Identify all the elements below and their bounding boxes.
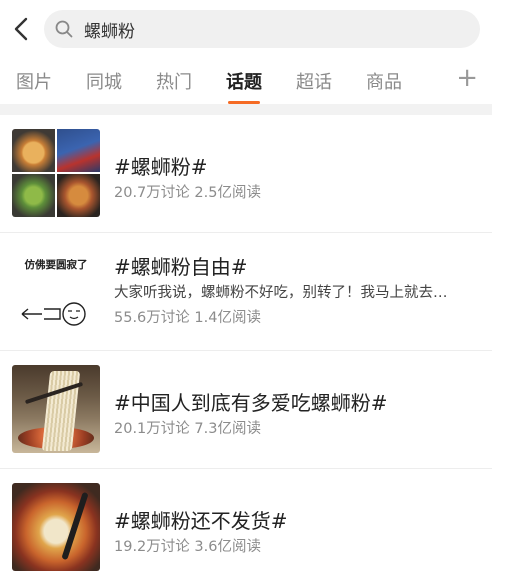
topic-title: #螺蛳粉还不发货# bbox=[114, 509, 288, 533]
search-tabs: 图片 同城 热门 话题 超话 商品 + bbox=[0, 55, 492, 105]
topic-stats: 19.2万讨论 3.6亿阅读 bbox=[114, 539, 261, 555]
topic-thumbnail bbox=[12, 365, 100, 453]
add-icon[interactable]: + bbox=[456, 63, 478, 93]
topic-item[interactable]: #中国人到底有多爱吃螺蛳粉# 20.1万讨论 7.3亿阅读 bbox=[0, 351, 492, 469]
topic-stats: 20.1万讨论 7.3亿阅读 bbox=[114, 421, 261, 437]
topic-stats: 55.6万讨论 1.4亿阅读 bbox=[114, 310, 261, 326]
topic-description: 大家听我说，螺蛳粉不好吃，别转了！我马上就去… bbox=[114, 285, 448, 301]
food-photo bbox=[12, 129, 55, 172]
back-arrow-icon[interactable] bbox=[10, 16, 32, 42]
food-photo bbox=[57, 174, 100, 217]
search-query: 螺蛳粉 bbox=[84, 21, 135, 42]
topic-thumbnail: 仿佛要圆寂了 bbox=[12, 247, 100, 335]
topic-item[interactable]: #螺蛳粉# 20.7万讨论 2.5亿阅读 bbox=[0, 115, 492, 233]
tab-local[interactable]: 同城 bbox=[86, 68, 122, 94]
meme-caption: 仿佛要圆寂了 bbox=[24, 259, 88, 271]
topic-stats: 20.7万讨论 2.5亿阅读 bbox=[114, 185, 261, 201]
topic-thumbnail bbox=[12, 483, 100, 571]
top-bar: 螺蛳粉 bbox=[0, 0, 492, 55]
topic-title: #中国人到底有多爱吃螺蛳粉# bbox=[114, 391, 388, 415]
meme-drawing bbox=[21, 302, 86, 326]
topic-title: #螺蛳粉自由# bbox=[114, 255, 248, 279]
topic-item[interactable]: #螺蛳粉还不发货# 19.2万讨论 3.6亿阅读 bbox=[0, 469, 492, 579]
tab-topics[interactable]: 话题 bbox=[226, 68, 262, 104]
package-photo bbox=[57, 129, 100, 172]
tab-images[interactable]: 图片 bbox=[16, 68, 52, 94]
tab-products[interactable]: 商品 bbox=[366, 68, 402, 94]
search-icon bbox=[54, 19, 74, 39]
tab-hot[interactable]: 热门 bbox=[156, 68, 192, 94]
topic-thumbnail bbox=[12, 129, 100, 217]
food-photo bbox=[12, 174, 55, 217]
meme-image: 仿佛要圆寂了 bbox=[12, 247, 100, 335]
search-input[interactable]: 螺蛳粉 bbox=[44, 10, 480, 48]
noodle-photo bbox=[12, 365, 100, 453]
section-divider bbox=[0, 105, 492, 115]
topic-list: #螺蛳粉# 20.7万讨论 2.5亿阅读 仿佛要圆寂了 #螺蛳粉自由# 大家听我… bbox=[0, 115, 492, 579]
noodle-bowl-photo bbox=[12, 483, 100, 571]
tab-super-topics[interactable]: 超话 bbox=[296, 68, 332, 94]
topic-item[interactable]: 仿佛要圆寂了 #螺蛳粉自由# 大家听我说，螺蛳粉不好吃，别转了！我马上就去… 5… bbox=[0, 233, 492, 351]
topic-title: #螺蛳粉# bbox=[114, 155, 208, 179]
